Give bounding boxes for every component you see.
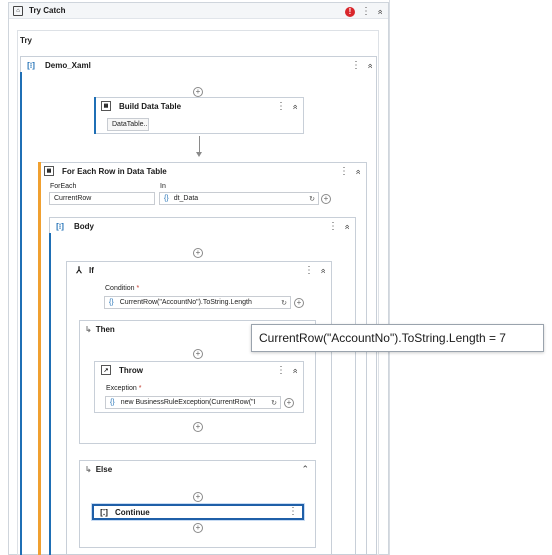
exception-refresh-icon[interactable]: ↻ (271, 399, 277, 407)
for-each-collapse-icon[interactable]: » (352, 169, 362, 174)
if-collapse-icon[interactable]: » (317, 268, 327, 273)
build-data-table-title: Build Data Table (119, 101, 182, 111)
sequence-icon: [⁝] (27, 60, 35, 70)
throw-activity[interactable]: ↗ Throw ⋮ » Exception * {} new BusinessR… (94, 361, 304, 413)
build-table-icon: ▦ (101, 101, 111, 111)
foreach-label: ForEach (50, 183, 77, 190)
for-each-icon: ▦ (44, 166, 54, 176)
try-catch-header[interactable]: ⌂ Try Catch (9, 3, 388, 19)
continue-more-icon[interactable]: ⋮ (288, 506, 298, 517)
condition-vb-icon: {} (109, 299, 114, 306)
body-collapse-icon[interactable]: » (341, 224, 351, 229)
demo-xaml-collapse-icon[interactable]: » (364, 63, 374, 68)
if-title: If (89, 265, 94, 275)
else-title: Else (95, 464, 113, 474)
condition-input[interactable]: {} CurrentRow("AccountNo").ToString.Leng… (104, 296, 291, 309)
condition-value: CurrentRow("AccountNo").ToString.Length (119, 299, 252, 306)
condition-add-plus-icon[interactable]: + (294, 298, 304, 308)
exception-required-mark: * (138, 385, 142, 392)
connector-arrow-icon (196, 152, 202, 157)
if-header[interactable]: ⅄ If (67, 262, 331, 278)
required-mark: * (136, 285, 140, 292)
throw-title: Throw (119, 365, 143, 375)
build-data-table-activity[interactable]: ▦ Build Data Table ⋮ » DataTable... (94, 97, 304, 134)
for-each-more-icon[interactable]: ⋮ (339, 166, 349, 177)
throw-more-icon[interactable]: ⋮ (276, 365, 286, 376)
build-table-collapse-icon[interactable]: » (289, 104, 299, 109)
throw-header[interactable]: ↗ Throw (95, 362, 303, 378)
alert-icon: ! (344, 6, 355, 17)
else-arrow-icon: ↳ (85, 464, 92, 474)
throw-icon: ↗ (101, 365, 111, 375)
for-each-header[interactable]: ▦ For Each Row in Data Table (39, 163, 366, 179)
throw-after-plus-icon[interactable]: + (193, 422, 203, 432)
collapse-icon[interactable]: » (374, 9, 384, 14)
body-add-plus-icon[interactable]: + (193, 248, 203, 258)
try-catch-title: Try Catch (29, 6, 66, 15)
condition-refresh-icon[interactable]: ↻ (281, 299, 287, 307)
in-datatable-input[interactable]: {} dt_Data ↻ (159, 192, 319, 205)
demo-xaml-title: Demo_Xaml (45, 60, 91, 70)
for-each-title: For Each Row in Data Table (62, 166, 167, 176)
build-table-blue-bar (94, 97, 96, 134)
try-label: Try (20, 36, 33, 45)
body-title: Body (74, 221, 94, 231)
datatable-button[interactable]: DataTable... (107, 118, 149, 131)
demo-xaml-more-icon[interactable]: ⋮ (351, 60, 361, 71)
then-add-plus-icon[interactable]: + (193, 349, 203, 359)
foreach-variable-input[interactable]: CurrentRow (49, 192, 155, 205)
exception-vb-icon: {} (110, 399, 115, 406)
refresh-icon[interactable]: ↻ (309, 195, 315, 203)
add-activity-plus-icon[interactable]: + (193, 87, 203, 97)
exception-input[interactable]: {} new BusinessRuleException(CurrentRow(… (105, 396, 281, 409)
demo-xaml-header[interactable]: [⁝] Demo_Xaml (21, 57, 376, 73)
sequence-blue-bar (20, 72, 22, 555)
exception-value: new BusinessRuleException(CurrentRow("I (120, 399, 256, 406)
for-each-orange-bar (38, 162, 41, 555)
body-blue-bar (49, 233, 51, 555)
continue-icon: [⁚] (100, 507, 108, 517)
continue-after-plus-icon[interactable]: + (193, 523, 203, 533)
in-label: In (160, 183, 166, 190)
canvas-scrollbar[interactable] (389, 0, 390, 555)
exception-add-plus-icon[interactable]: + (284, 398, 294, 408)
continue-title: Continue (115, 507, 150, 517)
build-data-table-header[interactable]: ▦ Build Data Table (95, 98, 303, 114)
condition-label: Condition * (105, 285, 140, 292)
throw-collapse-icon[interactable]: » (289, 368, 299, 373)
in-add-plus-icon[interactable]: + (321, 194, 331, 204)
continue-header[interactable]: [⁚] Continue (94, 506, 302, 518)
then-title: Then (95, 324, 115, 334)
continue-activity[interactable]: [⁚] Continue ⋮ (92, 504, 304, 520)
in-datatable-value: dt_Data (173, 195, 199, 202)
else-header[interactable]: ↳ Else (80, 461, 315, 477)
body-sequence-icon: [⁝] (56, 221, 64, 231)
exception-label: Exception * (106, 385, 142, 392)
more-options-icon[interactable]: ⋮ (361, 6, 371, 17)
build-table-more-icon[interactable]: ⋮ (276, 101, 286, 112)
vb-expression-icon: {} (164, 195, 169, 202)
if-more-icon[interactable]: ⋮ (304, 265, 314, 276)
try-catch-icon: ⌂ (13, 5, 23, 16)
condition-tooltip: CurrentRow("AccountNo").ToString.Length … (251, 324, 544, 352)
else-add-plus-icon[interactable]: + (193, 492, 203, 502)
if-branch-icon: ⅄ (76, 264, 82, 275)
body-header[interactable]: [⁝] Body (50, 218, 355, 234)
body-more-icon[interactable]: ⋮ (328, 221, 338, 232)
then-arrow-icon: ↳ (85, 324, 92, 334)
else-collapse-icon[interactable]: ⌃ (301, 464, 309, 475)
